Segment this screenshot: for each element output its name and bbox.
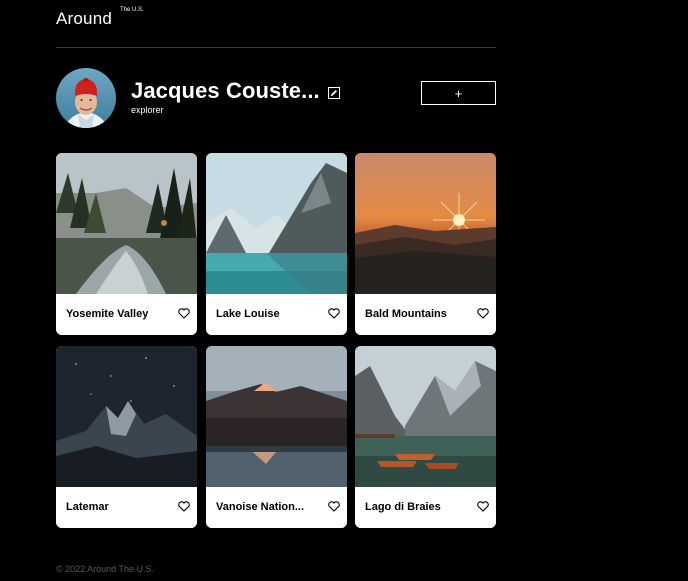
footer-copyright: © 2022 Around The U.S. (56, 564, 155, 574)
place-card[interactable]: Lago di Braies (355, 346, 496, 528)
card-footer: Lake Louise (206, 294, 347, 335)
profile-role: explorer (131, 105, 164, 115)
place-title: Latemar (66, 501, 109, 513)
place-image[interactable] (206, 153, 347, 294)
card-footer: Vanoise Nation... (206, 487, 347, 528)
like-button[interactable] (477, 307, 489, 319)
heart-icon (328, 500, 340, 512)
place-title: Yosemite Valley (66, 308, 149, 320)
place-image[interactable] (56, 346, 197, 487)
like-button[interactable] (328, 500, 340, 512)
card-footer: Lago di Braies (355, 487, 496, 528)
place-image[interactable] (355, 346, 496, 487)
heart-icon (477, 500, 489, 512)
place-title: Lake Louise (216, 308, 280, 320)
heart-icon (477, 307, 489, 319)
card-footer: Yosemite Valley (56, 294, 197, 335)
like-button[interactable] (178, 500, 190, 512)
place-image[interactable] (355, 153, 496, 294)
place-title: Bald Mountains (365, 308, 447, 320)
card-footer: Bald Mountains (355, 294, 496, 335)
place-card[interactable]: Bald Mountains (355, 153, 496, 335)
add-place-button[interactable]: + (421, 81, 496, 105)
place-image[interactable] (206, 346, 347, 487)
edit-icon (330, 90, 337, 96)
card-footer: Latemar (56, 487, 197, 528)
name-row: Jacques Couste... (131, 78, 340, 104)
heart-icon (178, 500, 190, 512)
avatar[interactable] (56, 68, 116, 128)
heart-icon (328, 307, 340, 319)
like-button[interactable] (328, 307, 340, 319)
place-card[interactable]: Vanoise Nation... (206, 346, 347, 528)
place-image[interactable] (56, 153, 197, 294)
place-title: Vanoise Nation... (216, 501, 305, 513)
place-card[interactable]: Yosemite Valley (56, 153, 197, 335)
heart-icon (178, 307, 190, 319)
profile-section: Jacques Couste... explorer + (56, 68, 496, 128)
profile-name: Jacques Couste... (131, 78, 320, 103)
logo-superscript: The U.S. (120, 7, 144, 13)
place-card[interactable]: Latemar (56, 346, 197, 528)
logo[interactable]: Around (56, 9, 112, 29)
edit-profile-button[interactable] (327, 87, 340, 99)
site-header: Around The U.S. (56, 6, 496, 48)
like-button[interactable] (477, 500, 489, 512)
place-card[interactable]: Lake Louise (206, 153, 347, 335)
place-title: Lago di Braies (365, 501, 441, 513)
like-button[interactable] (178, 307, 190, 319)
